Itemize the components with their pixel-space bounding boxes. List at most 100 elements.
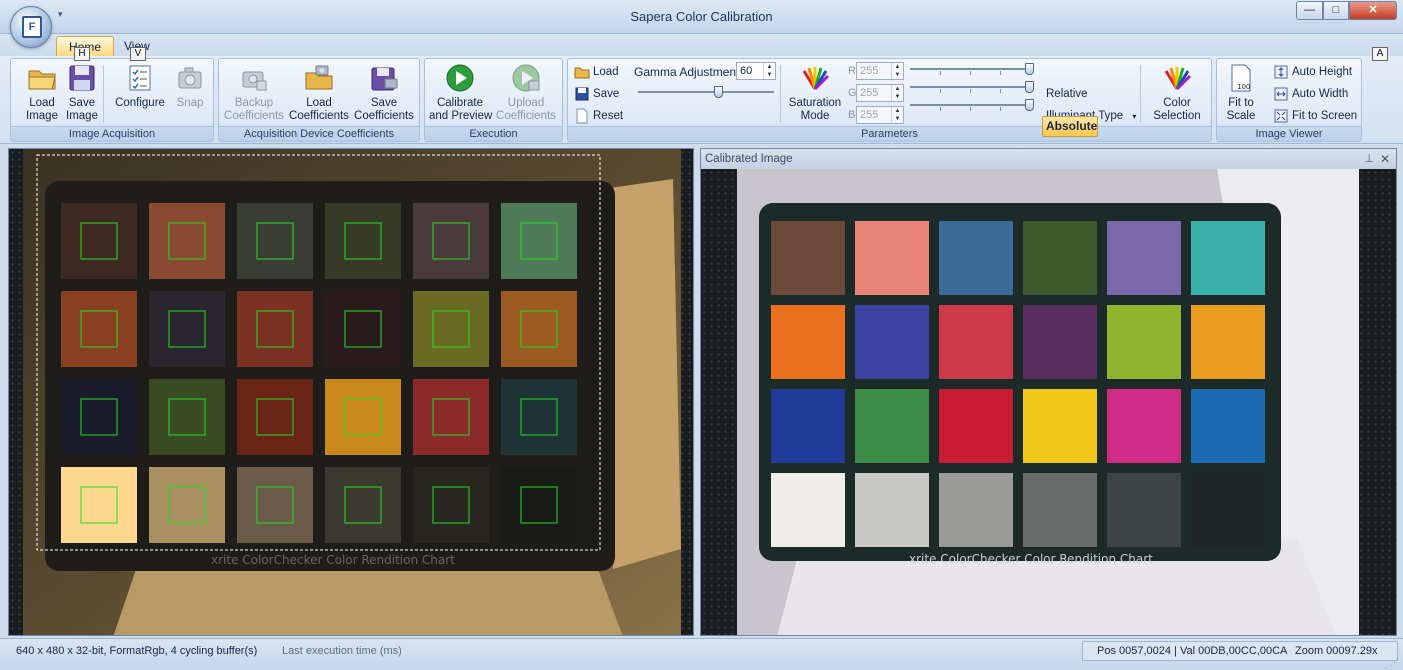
calibrate-and-preview-button[interactable]: Calibrate and Preview [429, 63, 493, 125]
auto-height-button[interactable]: Auto Height [1273, 62, 1352, 82]
auto-width-button[interactable]: Auto Width [1273, 84, 1348, 104]
load-parameters-label: Load [593, 66, 619, 78]
color-patch [855, 221, 929, 295]
viewer-background [9, 149, 23, 635]
resize-grip-icon[interactable]: ⋰ [1390, 657, 1399, 668]
ribbon: Load Image Save Image Configure Snap Ima… [0, 56, 1403, 144]
color-patch [237, 203, 313, 279]
color-patch [149, 379, 225, 455]
color-patch [1107, 305, 1181, 379]
load-parameters-button[interactable]: Load [574, 62, 619, 82]
b-value-spinner[interactable]: 255 ▲ ▼ [856, 106, 904, 124]
close-window-button[interactable]: ✕ [1349, 1, 1397, 20]
calibrated-image[interactable]: xrite ColorChecker Color Rendition Chart [737, 169, 1359, 636]
color-patch [413, 291, 489, 367]
g-value-spinner[interactable]: 255 ▲ ▼ [856, 84, 904, 102]
group-separator [1140, 65, 1141, 123]
group-parameters: Load Save Reset Gamma Adjustment 60 ▲ ▼ S… [567, 58, 1212, 142]
group-execution: Calibrate and Preview Upload Coefficient… [424, 58, 563, 142]
color-patch [1107, 221, 1181, 295]
quick-access-dropdown-icon[interactable]: ▾ [58, 9, 63, 20]
slider-tick [940, 107, 941, 111]
gamma-slider[interactable] [638, 86, 774, 98]
group-label-image-acquisition: Image Acquisition [11, 126, 213, 141]
relative-option[interactable]: Relative [1046, 84, 1088, 104]
absolute-option[interactable]: Absolute [1042, 116, 1098, 137]
group-image-acquisition: Load Image Save Image Configure Snap Ima… [10, 58, 214, 142]
r-value-spinner[interactable]: 255 ▲ ▼ [856, 62, 904, 80]
load-coefficients-button[interactable]: Load Coefficients [288, 63, 350, 125]
backup-coefficients-button[interactable]: Backup Coefficients [223, 63, 285, 125]
fit-to-screen-button[interactable]: Fit to Screen [1273, 106, 1357, 126]
color-patch [1191, 389, 1265, 463]
spin-arrows-icon[interactable]: ▲ ▼ [891, 63, 903, 79]
color-patch [771, 473, 845, 547]
chevron-down-icon: ▾ [1132, 112, 1137, 121]
keytip-help: A [1372, 47, 1388, 61]
color-patch [1191, 473, 1265, 547]
gamma-slider-thumb[interactable] [714, 86, 723, 98]
g-slider[interactable] [910, 81, 1034, 93]
color-patch [1023, 221, 1097, 295]
group-image-viewer: 100 Fit to Scale Auto Height Auto Width … [1216, 58, 1362, 142]
slider-tick [970, 89, 971, 93]
snap-button[interactable]: Snap [159, 63, 221, 125]
color-patch [855, 305, 929, 379]
group-label-execution: Execution [425, 126, 562, 141]
slider-tick [1000, 107, 1001, 111]
b-slider-thumb[interactable] [1025, 99, 1034, 111]
reset-parameters-label: Reset [593, 110, 624, 122]
checklist-icon [129, 65, 151, 91]
viewer-background [701, 169, 737, 635]
spin-arrows-icon[interactable]: ▲ ▼ [891, 85, 903, 101]
color-patch [501, 291, 577, 367]
gamma-value-spinner[interactable]: 60 ▲ ▼ [736, 62, 776, 80]
color-selection-button[interactable]: Color Selection [1146, 63, 1208, 125]
b-value: 255 [860, 109, 879, 121]
save-coefficients-button[interactable]: Save Coefficients [353, 63, 415, 125]
fit-to-scale-button[interactable]: 100 Fit to Scale [1210, 63, 1272, 125]
slider-tick [940, 89, 941, 93]
r-slider-thumb[interactable] [1025, 63, 1034, 75]
group-label-device-coefficients: Acquisition Device Coefficients [219, 126, 419, 141]
pin-icon[interactable]: ⊥ [1364, 149, 1374, 169]
r-slider[interactable] [910, 63, 1034, 75]
auto-width-label: Auto Width [1292, 88, 1349, 100]
color-patch [237, 379, 313, 455]
color-patch [61, 467, 137, 543]
color-patch [1023, 305, 1097, 379]
calibrate-and-preview-label: Calibrate and Preview [429, 97, 493, 122]
viewer-background [1358, 169, 1396, 635]
play-upload-icon [512, 64, 540, 92]
execution-time-status: Last execution time (ms) [282, 645, 402, 657]
maximize-button[interactable]: □ [1323, 1, 1349, 20]
minimize-button[interactable]: — [1296, 1, 1323, 20]
slider-tick [970, 71, 971, 75]
color-fan-icon [802, 67, 830, 91]
color-patch [237, 467, 313, 543]
g-slider-thumb[interactable] [1025, 81, 1034, 93]
upload-coefficients-button[interactable]: Upload Coefficients [495, 63, 557, 125]
chart-caption: xrite ColorChecker Color Rendition Chart [211, 553, 455, 567]
slider-track [910, 104, 1034, 106]
source-image: xrite ColorChecker Color Rendition Chart [23, 149, 681, 635]
spin-arrows-icon[interactable]: ▲ ▼ [891, 107, 903, 123]
source-image-viewer[interactable]: xrite ColorChecker Color Rendition Chart [8, 148, 694, 636]
calibrated-image-header: Calibrated Image ⊥ ✕ [701, 149, 1396, 169]
color-patch [61, 203, 137, 279]
slider-tick [940, 71, 941, 75]
saturation-mode-button[interactable]: Saturation Mode [784, 63, 846, 125]
chart-caption: xrite ColorChecker Color Rendition Chart [909, 552, 1153, 566]
b-slider[interactable] [910, 99, 1034, 111]
keytip-home: H [74, 47, 90, 61]
close-pane-icon[interactable]: ✕ [1380, 149, 1390, 169]
application-menu-button[interactable]: F [10, 6, 52, 48]
reset-parameters-button[interactable]: Reset [574, 106, 623, 126]
spin-arrows-icon[interactable]: ▲ ▼ [763, 63, 775, 79]
save-parameters-button[interactable]: Save [574, 84, 619, 104]
viewer-background [679, 149, 693, 635]
svg-text:100: 100 [1237, 83, 1250, 91]
color-patch [939, 305, 1013, 379]
group-device-coefficients: Backup Coefficients Load Coefficients Sa… [218, 58, 420, 142]
snap-label: Snap [176, 97, 204, 109]
